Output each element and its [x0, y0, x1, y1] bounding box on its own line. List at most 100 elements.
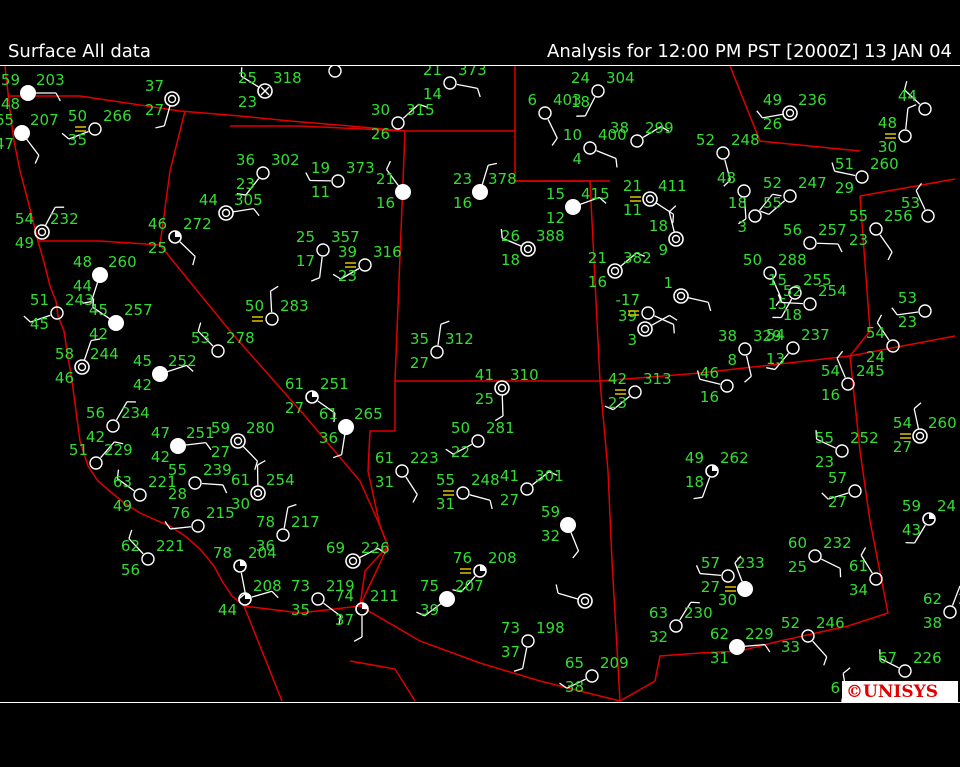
station-temperature: 54 — [821, 362, 840, 380]
station-temperature: 57 — [828, 469, 847, 487]
station-pressure: 232 — [50, 210, 79, 228]
cloud-cover-scattered-icon — [345, 553, 361, 569]
station-temperature: 10 — [563, 126, 582, 144]
station-dewpoint: 23 — [898, 313, 917, 331]
station-plot: 45 42 252 — [133, 352, 197, 394]
station-temperature: 62 — [710, 625, 729, 643]
cloud-cover-clear-icon — [456, 486, 470, 500]
station-dewpoint: 32 — [649, 628, 668, 646]
station-plot: 39 23 316 — [332, 243, 402, 285]
station-pressure: 400 — [598, 126, 627, 144]
wind-barb-feather — [756, 110, 763, 119]
cloud-cover-ring — [77, 362, 87, 372]
station-pressure: 237 — [801, 326, 830, 344]
station-dewpoint: 29 — [835, 179, 854, 197]
station-plot: 21 14 373 — [423, 66, 487, 103]
station-plot: 55 23 256 — [849, 207, 913, 261]
wind-barb-feather — [34, 155, 40, 164]
wind-barb-staff — [269, 291, 273, 313]
station-temperature: 61 — [231, 471, 250, 489]
station-pressure: 55 — [763, 194, 782, 212]
station-temperature: 50 — [68, 107, 87, 125]
station-plot: 50 35 266 — [61, 107, 132, 149]
station-dewpoint: 27 — [893, 438, 912, 456]
station-plot: 25 23 318 — [238, 67, 302, 111]
station-pressure: 209 — [600, 654, 629, 672]
station-plot: 5948203 — [1, 71, 65, 113]
station-dewpoint: 56 — [121, 561, 140, 579]
cloud-cover-scattered-icon — [642, 191, 658, 207]
station-pressure: 302 — [271, 151, 300, 169]
cloud-cover-overcast-icon — [170, 438, 186, 454]
station-temperature: 49 — [685, 449, 704, 467]
station-temperature: 62 — [121, 537, 140, 555]
station-temperature: 62 — [923, 590, 942, 608]
station-dewpoint: 18 — [783, 306, 802, 324]
station-plot: 50 283 — [245, 285, 309, 326]
station-plot: 393 — [618, 307, 678, 349]
station-dewpoint: 27 — [500, 491, 519, 509]
wind-barb-feather — [668, 205, 677, 213]
wind-barb-feather — [615, 158, 618, 168]
cloud-cover-clear-icon — [358, 258, 372, 272]
station-dewpoint: 42 — [133, 376, 152, 394]
station-temperature: 25 — [296, 228, 315, 246]
station-plot: 56 257 — [783, 221, 847, 253]
station-dewpoint: 22 — [451, 443, 470, 461]
wind-barb-staff — [700, 572, 722, 577]
sky-obscured-cross — [260, 86, 270, 96]
fog-symbol-icon — [460, 568, 471, 574]
station-temperature: 54 — [866, 324, 885, 342]
station-dewpoint: 18 — [685, 473, 704, 491]
cloud-cover-clear-icon — [591, 84, 605, 98]
station-dewpoint: 38 — [923, 614, 942, 632]
wind-barb-staff — [25, 138, 40, 156]
station-dewpoint: 27 — [410, 354, 429, 372]
station-temperature: 45 — [89, 301, 108, 319]
station-dewpoint: 32 — [541, 527, 560, 545]
station-temperature: 55 — [815, 429, 834, 447]
wind-barb-staff — [469, 494, 491, 501]
cloud-cover-clear-icon — [430, 345, 444, 359]
wind-barb-staff — [437, 324, 442, 346]
station-temperature: 61 — [285, 375, 304, 393]
wind-barb-feather — [310, 277, 320, 282]
station-temperature: -17 — [616, 291, 641, 309]
cloud-cover-clear-icon — [835, 444, 849, 458]
cloud-cover-overcast-icon — [20, 85, 36, 101]
station-dewpoint: 35 — [291, 601, 310, 619]
station-dewpoint: 43 — [902, 521, 921, 539]
station-temperature: 52 — [783, 282, 802, 300]
station-temperature: 59 — [902, 497, 921, 515]
cloud-cover-clear-icon — [521, 634, 535, 648]
station-plot: 62382 — [923, 585, 960, 632]
wind-barb-staff — [650, 314, 670, 327]
station-dewpoint: 36 — [319, 429, 338, 447]
cloud-cover-broken-fill — [929, 513, 935, 519]
station-temperature: 18 — [728, 194, 747, 212]
cloud-cover-clear-icon — [133, 488, 147, 502]
cloud-cover-clear-icon — [738, 342, 752, 356]
station-dewpoint: 33 — [781, 638, 800, 656]
cloud-cover-clear-icon — [276, 528, 290, 542]
wind-barb-feather — [842, 667, 851, 674]
cloud-cover-overcast-icon — [92, 267, 108, 283]
cloud-cover-ring — [640, 324, 650, 334]
station-plot: 5323 — [891, 289, 932, 331]
wind-barb-staff — [654, 315, 674, 325]
station-temperature: 21 — [376, 170, 395, 188]
cloud-cover-clear-icon — [803, 297, 817, 311]
cloud-cover-scattered-icon — [912, 428, 928, 444]
station-pressure: 318 — [273, 69, 302, 87]
station-dewpoint: 49 — [15, 234, 34, 252]
cloud-cover-ring — [580, 596, 590, 606]
wind-barb-staff — [240, 572, 246, 594]
cloud-cover-scattered-icon — [250, 485, 266, 501]
station-temperature: 48 — [73, 253, 92, 271]
station-plot: 75 39 207 — [416, 577, 484, 619]
station-temperature: 65 — [565, 654, 584, 672]
cloud-cover-ring — [915, 431, 925, 441]
station-temperature: 76 — [171, 504, 190, 522]
cloud-cover-scattered-icon — [668, 231, 684, 247]
station-pressure: 280 — [246, 419, 275, 437]
